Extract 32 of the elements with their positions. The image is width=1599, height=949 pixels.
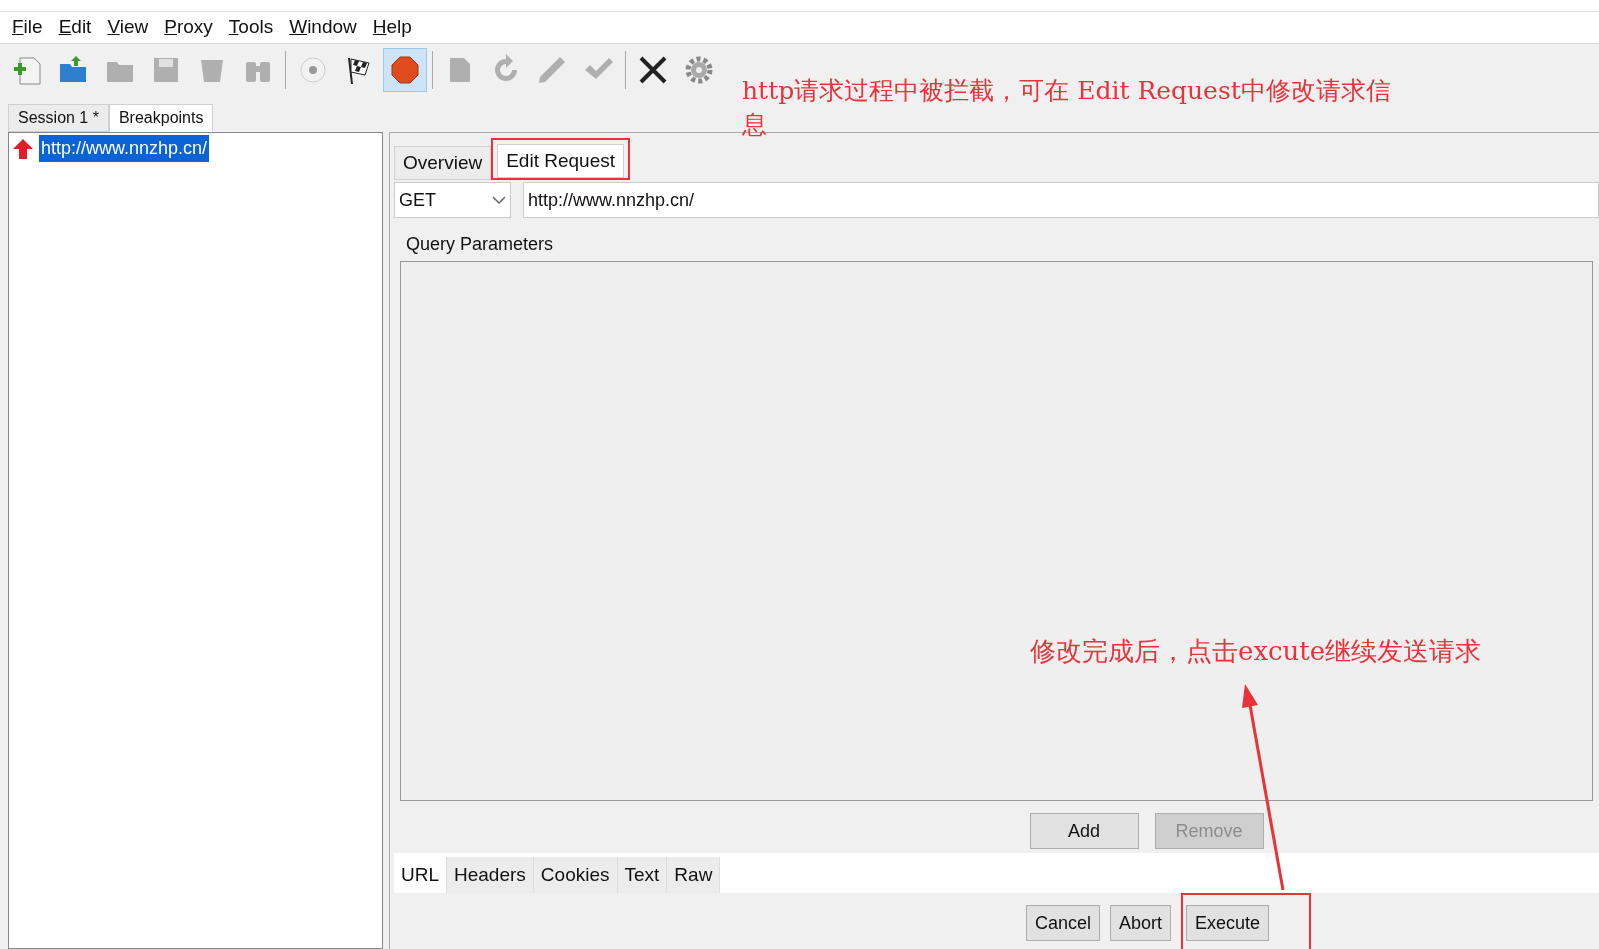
tree-item[interactable]: http://www.nnzhp.cn/ bbox=[39, 135, 210, 162]
new-document-icon bbox=[12, 54, 44, 86]
action-button[interactable]: Execute bbox=[1186, 905, 1270, 941]
settings-icon bbox=[683, 54, 715, 86]
table-action-button[interactable]: Add bbox=[1029, 813, 1139, 849]
detail-tab[interactable]: Overview bbox=[394, 146, 492, 180]
menu-item[interactable]: Tools bbox=[222, 13, 280, 42]
view-tab[interactable]: Headers bbox=[447, 857, 534, 893]
menu-item[interactable]: File bbox=[6, 13, 49, 42]
action-button[interactable]: Abort bbox=[1110, 905, 1172, 941]
stop-icon bbox=[389, 54, 421, 86]
view-tab[interactable]: Text bbox=[617, 857, 668, 893]
annotation-text: 修改完成后，点击excute继续发送请求 bbox=[1030, 635, 1482, 668]
chevron-down-icon bbox=[492, 195, 506, 205]
menu-item[interactable]: Edit bbox=[52, 13, 98, 42]
up-arrow-icon bbox=[11, 136, 35, 161]
menu-item[interactable]: Help bbox=[366, 13, 418, 42]
session-tab[interactable]: Breakpoints bbox=[108, 104, 214, 132]
session-tab[interactable]: Session 1 * bbox=[8, 104, 109, 132]
group-title: Query Parameters bbox=[406, 233, 555, 256]
view-tab[interactable]: Cookies bbox=[533, 857, 618, 893]
annotation-text: http请求过程中被拦截，可在 Edit Request中修改请求信息 bbox=[742, 75, 1392, 141]
method-dropdown[interactable]: GET bbox=[394, 182, 511, 218]
detail-tab[interactable]: Edit Request bbox=[497, 144, 624, 178]
url-field[interactable]: http://www.nnzhp.cn/ bbox=[523, 182, 1599, 218]
action-button[interactable]: Cancel bbox=[1026, 905, 1101, 941]
menu-item[interactable]: View bbox=[101, 13, 155, 42]
pen-icon bbox=[536, 54, 568, 86]
record-icon bbox=[297, 54, 329, 86]
menu-item[interactable]: Proxy bbox=[158, 13, 219, 42]
menu-item[interactable]: Window bbox=[283, 13, 363, 42]
view-tab[interactable]: Raw bbox=[667, 857, 721, 893]
